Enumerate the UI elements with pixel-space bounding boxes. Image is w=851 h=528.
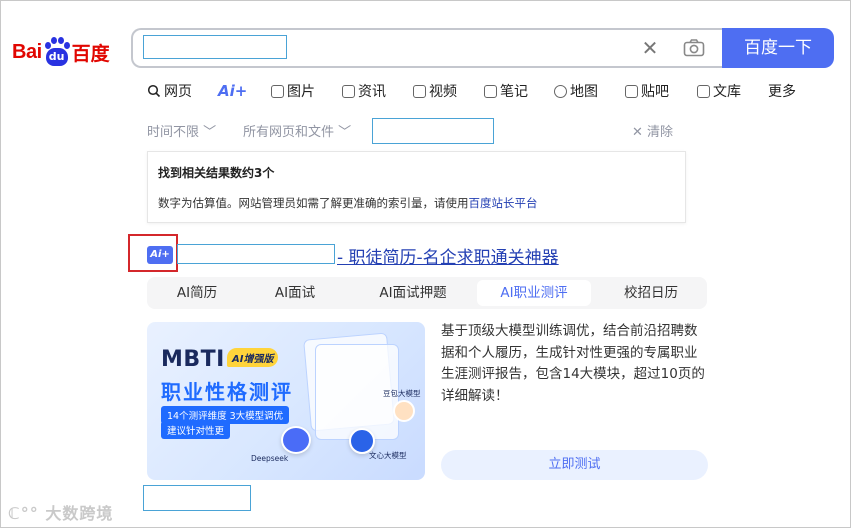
tab-wenku[interactable]: 文库 [697, 80, 741, 102]
result-count-note: 数字为估算值。网站管理员如需了解更准确的索引量，请使用百度站长平台 [158, 196, 538, 210]
banner-mbti: MBTI [161, 347, 225, 372]
notes-icon [484, 84, 497, 98]
clear-filter-button[interactable]: ✕ 清除 [632, 121, 673, 140]
tab-images[interactable]: 图片 [271, 80, 315, 102]
scope-filter[interactable]: 所有网页和文件 ﹀ [243, 121, 351, 140]
search-icon [147, 84, 161, 98]
redacted-footer [143, 485, 251, 511]
subtab-campus-calendar[interactable]: 校招日历 [603, 280, 699, 306]
subtab-ai-interview-questions[interactable]: AI面试押题 [361, 280, 465, 306]
watermark: ℂ°° 大数跨境 [8, 504, 114, 523]
tab-tieba[interactable]: 贴吧 [625, 80, 669, 102]
news-icon [342, 84, 355, 98]
watermark-logo-icon: ℂ°° [8, 504, 39, 523]
result-subtabs: AI简历 AI面试 AI面试押题 AI职业测评 校招日历 [147, 277, 707, 309]
redacted-title [177, 244, 335, 264]
promo-banner[interactable]: MBTI AI增强版 职业性格测评 14个测评维度 3大模型调优 建议针对性更 … [147, 322, 425, 480]
subtab-ai-career-test[interactable]: AI职业测评 [477, 280, 591, 306]
search-button[interactable]: 百度一下 [722, 28, 834, 68]
close-icon: ✕ [632, 125, 643, 140]
banner-label-doubao: 豆包大模型 [383, 389, 421, 398]
webmaster-link[interactable]: 百度站长平台 [469, 196, 538, 210]
time-filter[interactable]: 时间不限 ﹀ [147, 121, 216, 140]
paw-icon: du [43, 37, 71, 67]
tab-notes[interactable]: 笔记 [484, 80, 528, 102]
tab-web[interactable]: 网页 [147, 80, 192, 102]
tab-map[interactable]: 地图 [554, 80, 598, 102]
start-test-button[interactable]: 立即测试 [441, 450, 708, 480]
baidu-logo[interactable]: Bai du 百度 [12, 34, 116, 70]
tab-news[interactable]: 资讯 [342, 80, 386, 102]
clear-icon[interactable]: ✕ [640, 38, 660, 58]
result-count-box: 找到相关结果数约3个 数字为估算值。网站管理员如需了解更准确的索引量，请使用百度… [147, 151, 686, 223]
chevron-down-icon: ﹀ [338, 125, 352, 140]
redacted-filter [372, 118, 494, 144]
wenku-icon [697, 84, 710, 98]
tab-video[interactable]: 视频 [413, 80, 457, 102]
tab-more[interactable]: 更多 [768, 80, 796, 102]
video-icon [413, 84, 426, 98]
tab-ai[interactable]: Ai+ [218, 80, 247, 102]
subtab-ai-interview[interactable]: AI面试 [251, 280, 339, 306]
ai-badge: Ai+ [147, 246, 173, 264]
image-icon [271, 84, 284, 98]
banner-headline: 职业性格测评 [161, 380, 293, 404]
result-title-link[interactable]: - 职徒简历-名企求职通关神器 [337, 243, 559, 268]
subtab-ai-resume[interactable]: AI简历 [155, 280, 239, 306]
chevron-down-icon: ﹀ [203, 125, 217, 140]
redacted-query [143, 35, 287, 59]
banner-label-wenxin: 文心大模型 [369, 451, 407, 460]
logo-text-bai: Bai [12, 40, 42, 63]
avatar [393, 400, 415, 422]
logo-text-cn: 百度 [71, 42, 110, 65]
banner-tag: AI增强版 [227, 348, 279, 367]
banner-pill-2: 建议针对性更 [161, 421, 231, 439]
tieba-icon [625, 84, 638, 98]
banner-label-deepseek: Deepseek [251, 454, 289, 463]
map-icon [554, 84, 567, 98]
deepseek-icon [281, 426, 311, 454]
result-description: 基于顶级大模型训练调优，结合前沿招聘数据和个人履历，生成针对性更强的专属职业生涯… [441, 323, 705, 404]
camera-icon[interactable] [683, 38, 705, 58]
result-count: 找到相关结果数约3个 [158, 166, 275, 180]
